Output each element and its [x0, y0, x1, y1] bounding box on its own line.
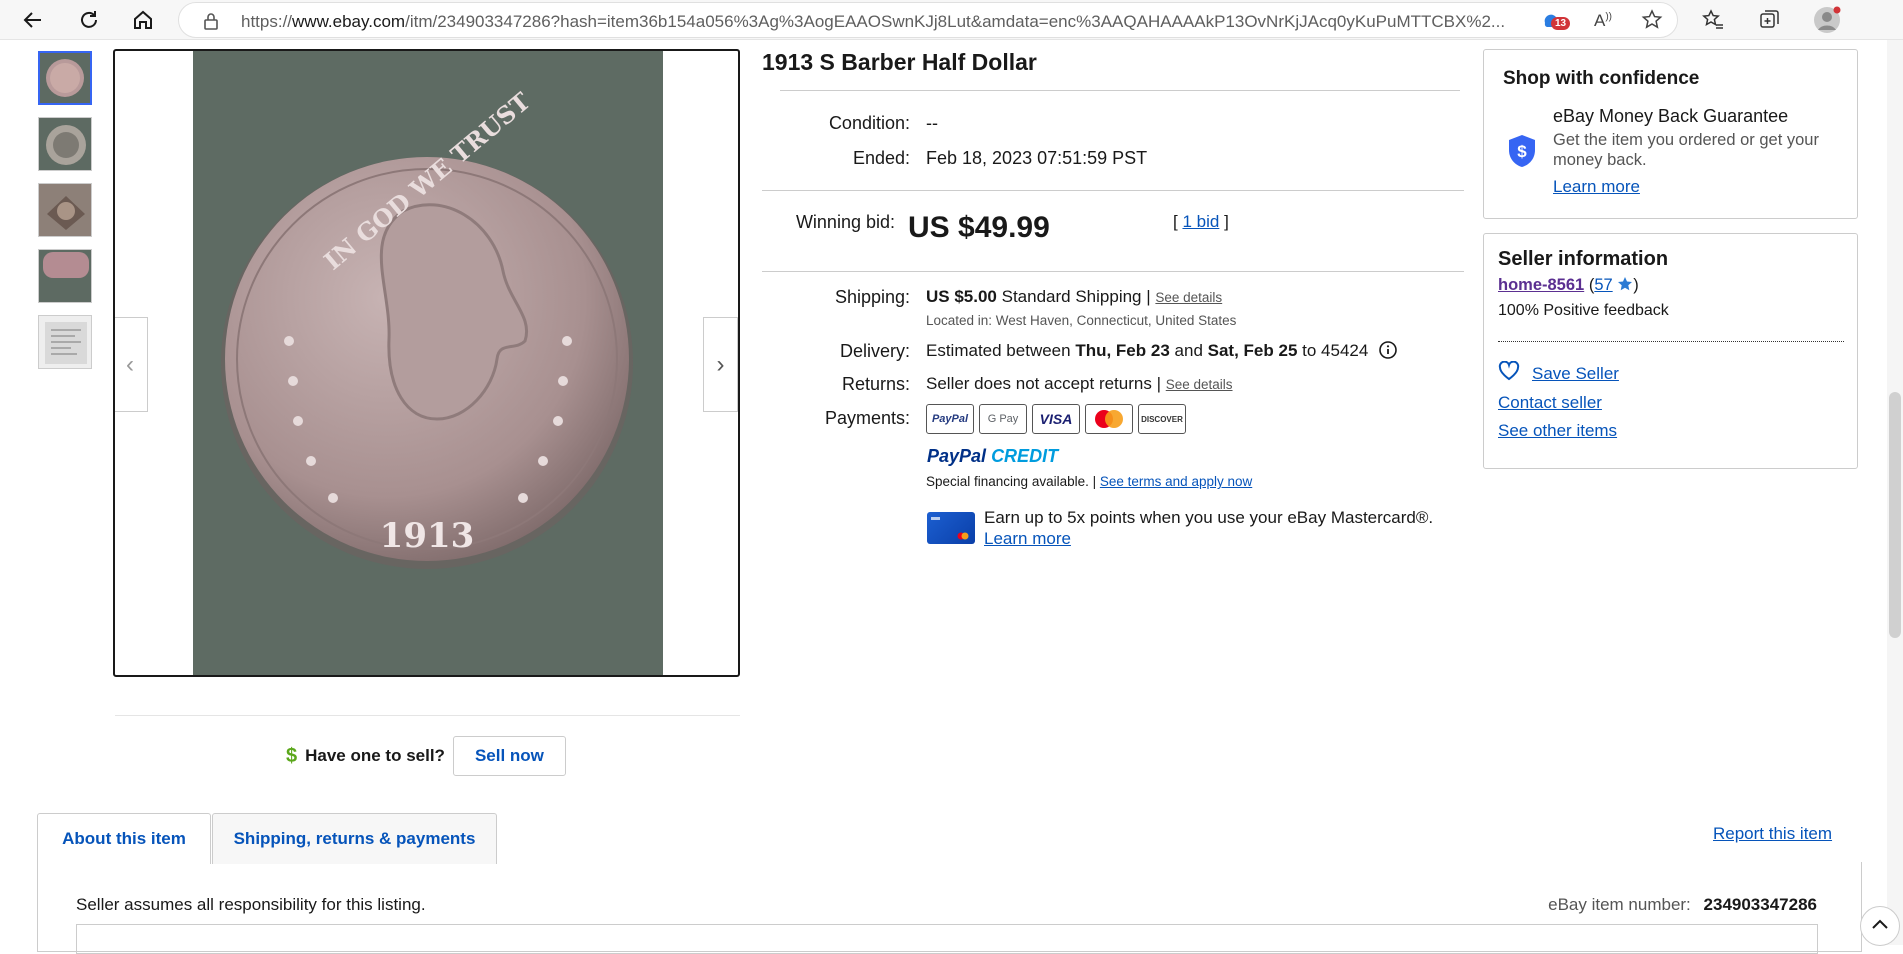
mastercard-offer-text: Earn up to 5x points when you use your e… [984, 508, 1434, 527]
tab-shipping-returns-payments[interactable]: Shipping, returns & payments [212, 813, 497, 864]
paypal-credit-logo: PayPal CREDIT [927, 446, 1059, 466]
shipping-value: US $5.00 Standard Shipping | See details [926, 287, 1223, 306]
save-seller-row[interactable]: Save Seller [1498, 360, 1619, 386]
ended-label: Ended: [852, 148, 910, 168]
home-icon[interactable] [128, 5, 158, 35]
contact-seller-link[interactable]: Contact seller [1498, 393, 1602, 413]
returns-value: Seller does not accept returns | See det… [926, 374, 1233, 393]
shield-dollar-icon: $ [1506, 133, 1538, 174]
lock-icon[interactable] [203, 12, 219, 35]
returns-label: Returns: [841, 374, 910, 394]
sell-prompt-row: $ Have one to sell? Sell now [286, 736, 566, 776]
divider [762, 190, 1464, 191]
chevron-up-icon [1871, 917, 1889, 935]
item-specifics-box [76, 924, 1818, 954]
page-scrollbar[interactable] [1887, 40, 1903, 945]
dotted-divider [1498, 341, 1844, 342]
feedback-count-link[interactable]: 57 [1594, 276, 1612, 294]
returns-see-details-link[interactable]: See details [1166, 377, 1233, 392]
divider [762, 271, 1464, 272]
back-icon[interactable] [18, 5, 48, 35]
financing-terms-link[interactable]: See terms and apply now [1100, 474, 1252, 489]
tab-about-this-item[interactable]: About this item [37, 813, 211, 864]
financing-text: Special financing available. | See terms… [926, 474, 1253, 489]
star-icon [1617, 276, 1633, 297]
url-text[interactable]: https://www.ebay.com/itm/234903347286?ha… [241, 12, 1511, 32]
winning-bid-value: US $49.99 [908, 211, 1050, 244]
tab-panel: Seller assumes all responsibility for th… [37, 862, 1862, 954]
chevron-left-icon: ‹ [126, 350, 134, 378]
delivery-label: Delivery: [839, 341, 910, 361]
item-title: 1913 S Barber Half Dollar [762, 49, 1037, 75]
dollar-sign-icon: $ [286, 744, 298, 767]
guarantee-title: eBay Money Back Guarantee [1553, 106, 1789, 126]
mastercard-learn-more-link[interactable]: Learn more [984, 529, 1071, 549]
thumbnail-3[interactable] [38, 183, 92, 237]
favorites-icon[interactable] [1698, 5, 1728, 35]
coin-year: 1913 [380, 516, 475, 556]
heart-icon [1498, 360, 1520, 386]
delivery-value: Estimated between Thu, Feb 23 and Sat, F… [926, 341, 1397, 364]
chevron-right-icon: › [716, 350, 725, 378]
divider [115, 715, 740, 716]
shipping-label: Shipping: [834, 287, 910, 307]
refresh-icon[interactable] [74, 5, 104, 35]
svg-text:$: $ [1517, 142, 1527, 161]
visa-icon: VISA [1032, 404, 1080, 434]
bid-count: [ 1 bid ] [1173, 212, 1229, 231]
prev-image-button[interactable]: ‹ [115, 317, 148, 412]
save-seller-link[interactable]: Save Seller [1532, 364, 1619, 384]
seller-information-card: Seller information home-8561 (57 ) 100% … [1483, 233, 1858, 469]
back-to-top-button[interactable] [1860, 906, 1900, 946]
seller-responsibility-text: Seller assumes all responsibility for th… [76, 895, 426, 914]
divider [780, 90, 1460, 91]
seller-name-row: home-8561 (57 ) [1498, 276, 1639, 297]
discover-icon: DISCOVER [1138, 404, 1186, 434]
profile-avatar-icon[interactable] [1812, 5, 1842, 35]
confidence-title: Shop with confidence [1503, 68, 1700, 89]
ebay-mastercard-icon [927, 512, 975, 544]
condition-value: -- [926, 113, 938, 133]
item-location: Located in: West Haven, Connecticut, Uni… [926, 313, 1237, 328]
browser-toolbar: https://www.ebay.com/itm/234903347286?ha… [0, 0, 1903, 40]
notification-badge: 13 [1551, 17, 1571, 30]
guarantee-learn-more-link[interactable]: Learn more [1553, 177, 1640, 197]
scrollbar-thumb[interactable] [1889, 392, 1901, 638]
shipping-see-details-link[interactable]: See details [1155, 290, 1222, 305]
google-pay-icon: G Pay [979, 404, 1027, 434]
collections-icon[interactable] [1754, 5, 1784, 35]
thumbnail-5[interactable] [38, 315, 92, 369]
sell-now-button[interactable]: Sell now [452, 736, 566, 776]
sell-prompt: Have one to sell? [305, 746, 445, 765]
see-other-items-link[interactable]: See other items [1498, 421, 1617, 441]
winning-bid-label: Winning bid: [795, 212, 895, 232]
read-aloud-icon[interactable]: A)) [1594, 11, 1612, 31]
condition-label: Condition: [828, 113, 910, 133]
payments-label: Payments: [824, 408, 910, 428]
add-favorite-icon[interactable] [1641, 9, 1663, 36]
coin-photo: IN GOD WE TRUST 1913 [193, 51, 663, 675]
seller-name-link[interactable]: home-8561 [1498, 276, 1584, 294]
main-item-image[interactable]: IN GOD WE TRUST 1913 ‹ › [113, 49, 740, 677]
thumbnail-1[interactable] [38, 51, 92, 105]
ended-value: Feb 18, 2023 07:51:59 PST [926, 148, 1148, 168]
thumbnail-4[interactable] [38, 249, 92, 303]
positive-feedback: 100% Positive feedback [1498, 302, 1669, 319]
mastercard-icon [1085, 404, 1133, 434]
report-item-link[interactable]: Report this item [1713, 824, 1832, 844]
item-number-row: eBay item number: 234903347286 [1548, 895, 1817, 914]
next-image-button[interactable]: › [703, 317, 738, 412]
guarantee-text: Get the item you ordered or get your mon… [1553, 131, 1819, 169]
paypal-icon: PayPal [926, 404, 974, 434]
thumbnail-2[interactable] [38, 117, 92, 171]
address-bar[interactable]: https://www.ebay.com/itm/234903347286?ha… [178, 2, 1678, 38]
info-icon[interactable] [1379, 341, 1397, 364]
shop-with-confidence-card: Shop with confidence $ eBay Money Back G… [1483, 49, 1858, 219]
seller-info-title: Seller information [1498, 248, 1669, 270]
bid-count-link[interactable]: 1 bid [1182, 212, 1219, 231]
